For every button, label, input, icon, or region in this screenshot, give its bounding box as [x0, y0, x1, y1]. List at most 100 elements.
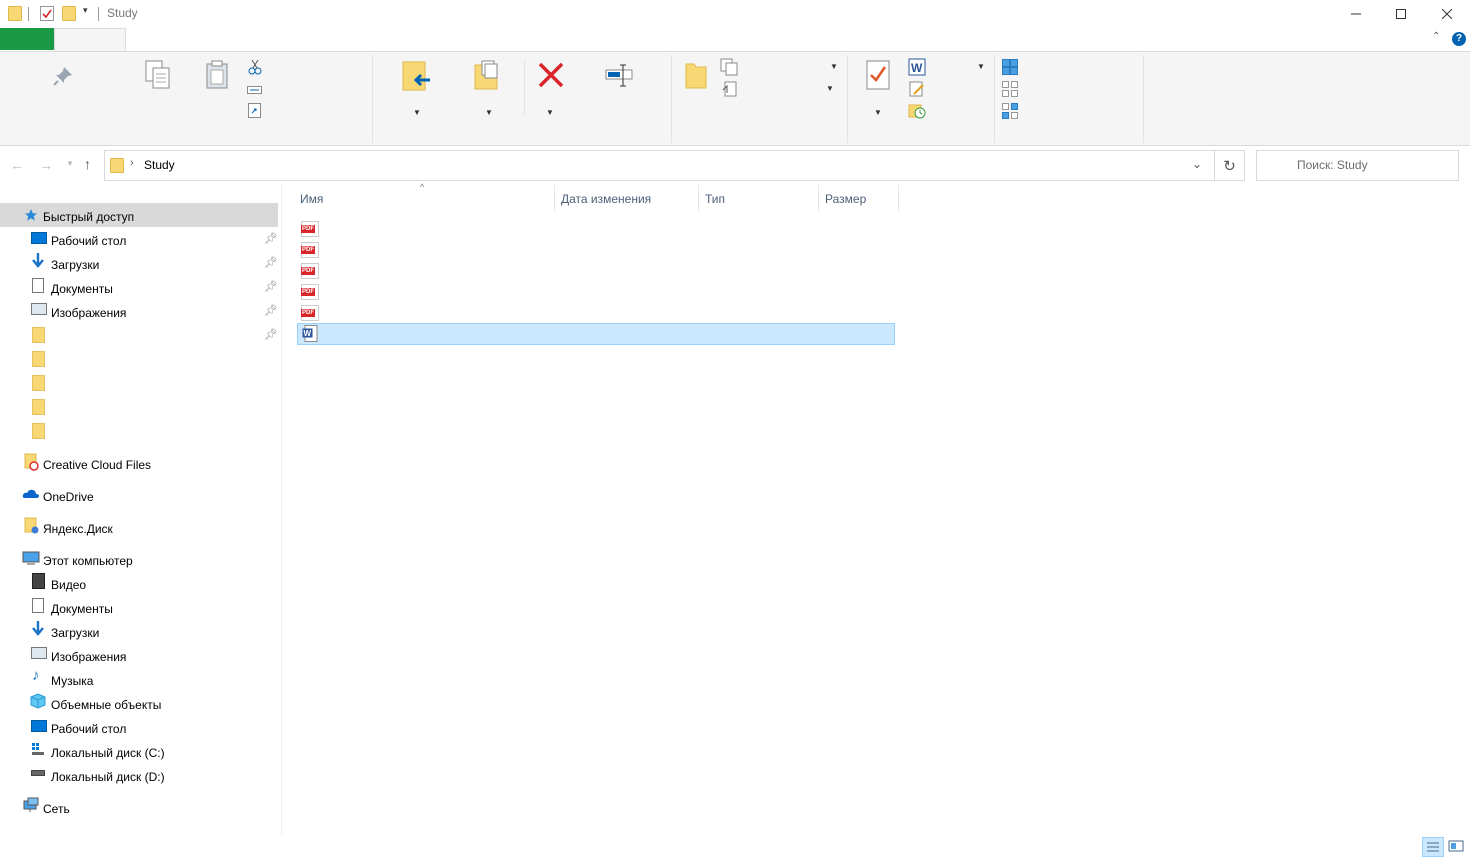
nav-item-documents[interactable]: Документы 📌︎: [0, 275, 278, 299]
pin-quick-access-icon[interactable]: [52, 65, 74, 90]
properties-icon[interactable]: [40, 6, 54, 21]
column-header-name[interactable]: Имя: [300, 192, 323, 210]
copy-to-icon[interactable]: [472, 59, 502, 94]
collapse-ribbon-icon[interactable]: ⌃: [1432, 31, 1440, 42]
file-row[interactable]: PDF: [297, 218, 895, 238]
nav-item-folder[interactable]: [0, 419, 278, 443]
customize-qat-icon[interactable]: ▾: [83, 5, 88, 16]
open-word-icon[interactable]: W: [908, 58, 926, 79]
search-placeholder: Поиск: Study: [1297, 158, 1368, 172]
divider: [28, 7, 29, 21]
nav-item-drive-c[interactable]: Локальный диск (C:): [0, 739, 278, 763]
nav-label: Документы: [51, 282, 113, 296]
nav-item-folder[interactable]: [0, 395, 278, 419]
help-icon[interactable]: ?: [1452, 32, 1466, 46]
rename-icon[interactable]: [604, 62, 636, 93]
nav-item-folder[interactable]: 📌︎: [0, 323, 278, 347]
star-icon: [24, 208, 38, 225]
select-none-icon[interactable]: [1002, 81, 1018, 100]
nav-item-3d-objects[interactable]: Объемные объекты: [0, 691, 278, 715]
nav-item-downloads[interactable]: Загрузки 📌︎: [0, 251, 278, 275]
invert-selection-icon[interactable]: [1002, 103, 1018, 122]
recent-locations-button[interactable]: ▼: [66, 159, 74, 168]
ribbon-divider: [372, 55, 373, 143]
file-row[interactable]: PDF: [297, 260, 895, 280]
copy-icon[interactable]: [145, 60, 171, 93]
nav-item-music[interactable]: ♪ Музыка: [0, 667, 278, 691]
cut-icon[interactable]: [248, 59, 262, 78]
select-all-icon[interactable]: [1002, 59, 1018, 78]
file-row[interactable]: PDF: [297, 302, 895, 322]
nav-label: Загрузки: [51, 258, 100, 272]
file-row[interactable]: PDF: [297, 239, 895, 259]
chevron-down-icon[interactable]: ▼: [413, 108, 421, 117]
column-divider[interactable]: [554, 185, 555, 211]
details-view-button[interactable]: [1422, 837, 1444, 857]
easy-access-icon[interactable]: [722, 81, 738, 100]
large-icons-view-button[interactable]: [1446, 837, 1466, 855]
column-header-date-modified[interactable]: Дата изменения: [561, 192, 651, 210]
nav-item-desktop[interactable]: Рабочий стол: [0, 715, 278, 739]
file-tab[interactable]: [0, 28, 54, 50]
nav-label: Загрузки: [51, 626, 100, 640]
nav-item-downloads[interactable]: Загрузки: [0, 619, 278, 643]
folder-icon: [32, 375, 45, 391]
forward-button[interactable]: →: [39, 157, 53, 173]
nav-onedrive[interactable]: OneDrive: [0, 483, 278, 507]
breadcrumb-separator-icon[interactable]: ›: [130, 157, 134, 169]
copy-path-icon[interactable]: [247, 84, 263, 98]
column-divider[interactable]: [818, 185, 819, 211]
new-folder-icon[interactable]: [684, 60, 708, 93]
history-icon[interactable]: [908, 103, 926, 122]
ribbon-divider: [1143, 55, 1144, 143]
nav-quick-access[interactable]: Быстрый доступ: [0, 203, 278, 227]
nav-item-videos[interactable]: Видео: [0, 571, 278, 595]
address-dropdown-icon[interactable]: ⌄: [1192, 157, 1202, 171]
nav-item-folder[interactable]: [0, 347, 278, 371]
chevron-down-icon[interactable]: ▼: [830, 62, 838, 71]
refresh-button[interactable]: ↻: [1214, 150, 1245, 181]
nav-item-pictures[interactable]: Изображения: [0, 643, 278, 667]
properties-icon[interactable]: [866, 60, 890, 93]
nav-this-pc[interactable]: Этот компьютер: [0, 547, 278, 571]
chevron-down-icon[interactable]: ▼: [977, 62, 985, 71]
chevron-down-icon[interactable]: ▼: [546, 108, 554, 117]
move-to-icon[interactable]: [400, 60, 432, 95]
maximize-button[interactable]: [1378, 0, 1424, 28]
new-item-icon[interactable]: [720, 58, 738, 79]
nav-item-desktop[interactable]: Рабочий стол 📌︎: [0, 227, 278, 251]
close-button[interactable]: [1424, 0, 1470, 28]
edit-icon[interactable]: [909, 81, 925, 100]
paste-icon[interactable]: [205, 60, 231, 93]
minimize-button[interactable]: [1333, 0, 1379, 28]
column-divider[interactable]: [898, 185, 899, 211]
nav-creative-cloud[interactable]: Creative Cloud Files: [0, 451, 278, 475]
nav-item-drive-d[interactable]: Локальный диск (D:): [0, 763, 278, 787]
chevron-down-icon[interactable]: ▼: [826, 84, 834, 93]
nav-item-pictures[interactable]: Изображения 📌︎: [0, 299, 278, 323]
active-ribbon-tab[interactable]: [54, 28, 126, 52]
chevron-down-icon[interactable]: ▼: [874, 108, 882, 117]
nav-network[interactable]: Сеть: [0, 795, 278, 819]
documents-icon: [32, 598, 44, 613]
nav-item-documents[interactable]: Документы: [0, 595, 278, 619]
pdf-icon: PDF: [301, 242, 319, 258]
svg-text:W: W: [304, 329, 312, 338]
column-divider[interactable]: [698, 185, 699, 211]
paste-shortcut-icon[interactable]: [248, 103, 261, 121]
address-bar[interactable]: › Study ⌄: [104, 150, 1216, 181]
search-input[interactable]: Поиск: Study: [1256, 150, 1459, 181]
delete-icon[interactable]: [538, 62, 564, 91]
new-folder-icon[interactable]: [62, 6, 76, 21]
nav-yandex-disk[interactable]: Яндекс.Диск: [0, 515, 278, 539]
file-row[interactable]: PDF: [297, 281, 895, 301]
breadcrumb-study[interactable]: Study: [144, 158, 175, 172]
back-button[interactable]: ←: [10, 157, 24, 173]
up-button[interactable]: ↑: [84, 156, 91, 172]
pane-splitter[interactable]: [281, 185, 282, 835]
file-row-selected[interactable]: W: [297, 323, 895, 345]
column-header-size[interactable]: Размер: [825, 192, 866, 210]
column-header-type[interactable]: Тип: [705, 192, 725, 210]
chevron-down-icon[interactable]: ▼: [485, 108, 493, 117]
nav-item-folder[interactable]: [0, 371, 278, 395]
